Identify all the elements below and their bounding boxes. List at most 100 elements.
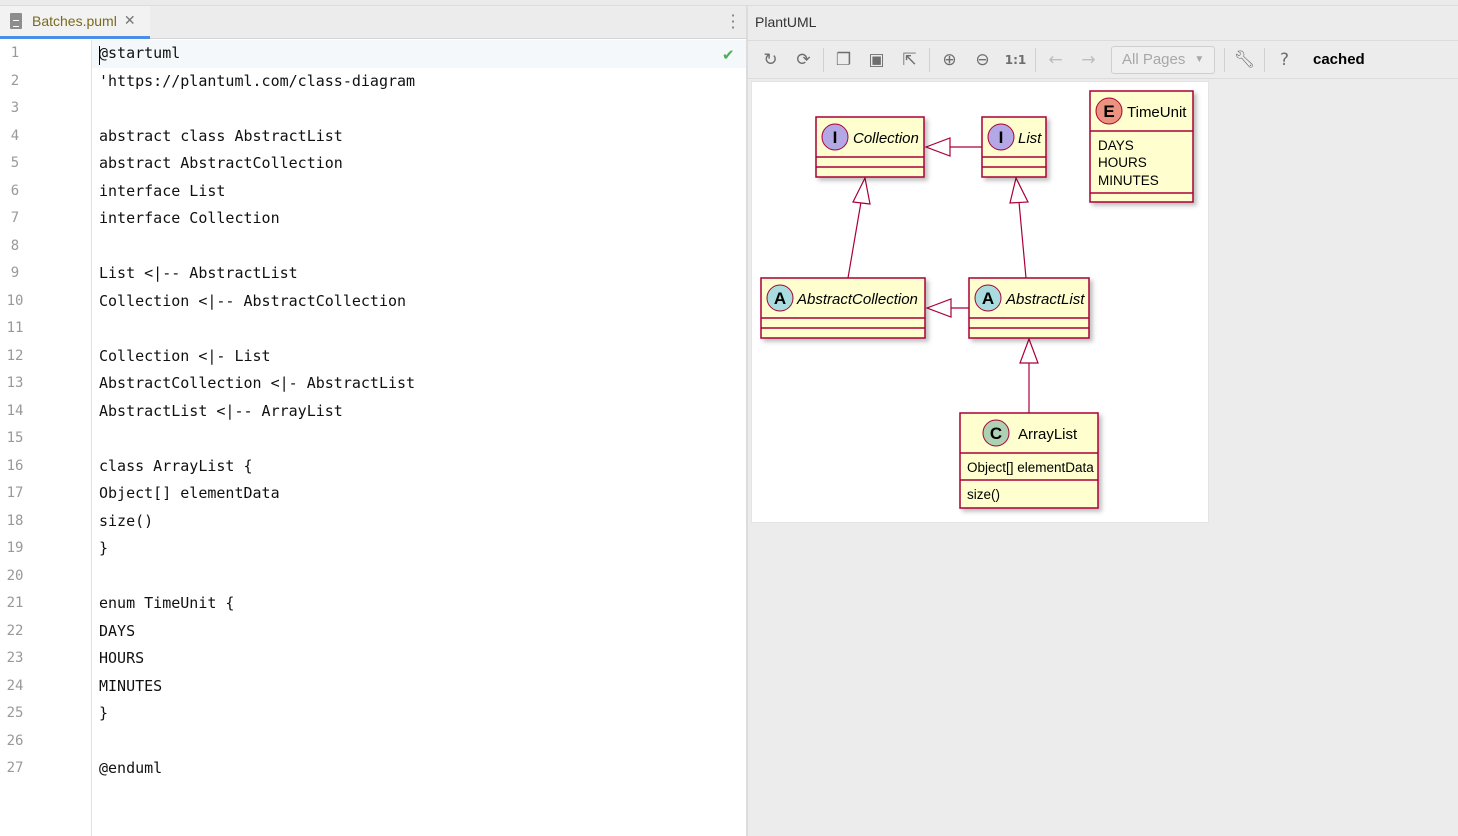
export-icon[interactable]: ⇱ [893, 46, 926, 74]
code-line[interactable]: size() [99, 508, 153, 536]
code-line[interactable]: } [99, 535, 108, 563]
line-number: 25 [6, 705, 24, 721]
code-line[interactable]: Collection <|-- AbstractCollection [99, 288, 406, 316]
class-name: AbstractCollection [796, 291, 918, 308]
code-line[interactable]: 'https://plantuml.com/class-diagram [99, 68, 415, 96]
class-method: size() [967, 487, 1000, 502]
line-number: 21 [6, 595, 24, 611]
line-number: 18 [6, 512, 24, 529]
code-line[interactable]: abstract class AbstractList [99, 123, 343, 151]
line-number: 10 [6, 292, 24, 309]
line-number: 7 [10, 210, 20, 226]
toolbar-separator [1264, 47, 1265, 72]
zoom-out-icon[interactable]: ⊖ [966, 46, 999, 74]
toolbar-separator [1224, 47, 1225, 72]
code-line[interactable]: AbstractCollection <|- AbstractList [99, 370, 415, 398]
line-number: 23 [6, 650, 24, 666]
line-number: 17 [6, 485, 24, 501]
cache-status: cached [1313, 51, 1365, 68]
enum-value: DAYS [1098, 138, 1134, 153]
diagram-canvas: I Collection I List E TimeUnit DAYS HOUR… [751, 81, 1209, 523]
line-number: 14 [6, 402, 24, 419]
refresh-icon[interactable]: ↻ [754, 46, 787, 74]
code-line[interactable]: @startuml [99, 40, 180, 68]
line-number: 8 [10, 237, 20, 254]
line-number: 24 [6, 677, 24, 694]
code-line[interactable]: Object[] elementData [99, 480, 280, 508]
class-name: TimeUnit [1127, 104, 1187, 121]
code-line[interactable]: @enduml [99, 755, 162, 783]
line-number: 3 [10, 100, 20, 116]
actual-size-button[interactable]: 1:1 [999, 46, 1032, 74]
code-line[interactable]: MINUTES [99, 673, 162, 701]
close-icon[interactable]: ✕ [124, 13, 136, 29]
tab-batches-puml[interactable]: Batches.puml ✕ [0, 6, 150, 39]
stereotype-letter: E [1103, 102, 1114, 121]
save-icon[interactable]: ▣ [860, 46, 893, 74]
editor-tab-bar: Batches.puml ✕ · · · [0, 6, 746, 39]
code-line[interactable]: } [99, 700, 108, 728]
class-abstractlist[interactable]: A AbstractList [968, 277, 1090, 339]
pages-select-value: All Pages [1122, 51, 1186, 68]
line-number: 27 [6, 760, 24, 776]
line-number: 15 [6, 430, 24, 446]
text-caret [99, 46, 100, 65]
code-line[interactable]: abstract AbstractCollection [99, 150, 343, 178]
class-abstractcollection[interactable]: A AbstractCollection [760, 277, 926, 339]
back-icon[interactable]: ← [1039, 46, 1072, 74]
line-number: 19 [6, 540, 24, 556]
edge-abstractcollection-collection [847, 176, 871, 279]
stereotype-letter: C [990, 424, 1002, 443]
class-field: Object[] elementData [967, 460, 1094, 475]
check-icon: ✔ [722, 46, 735, 64]
edge-abstractlist-list [1009, 176, 1029, 279]
enum-value: MINUTES [1098, 173, 1159, 188]
sync-icon[interactable]: ⟳ [787, 46, 820, 74]
plantuml-preview-panel: PlantUML ↻ ⟳ ❐ ▣ ⇱ ⊕ ⊖ 1:1 ← → All Pages… [748, 6, 1458, 836]
code-line[interactable]: interface List [99, 178, 225, 206]
class-list[interactable]: I List [981, 116, 1047, 178]
zoom-in-icon[interactable]: ⊕ [933, 46, 966, 74]
edge-list-collection [924, 137, 982, 157]
code-editor[interactable]: Batches.puml ✕ · · · 1 2 3 4 5 6 7 8 9 10 11 12 13 14 15… [0, 6, 746, 836]
line-number: 9 [10, 265, 20, 281]
stereotype-letter: A [982, 289, 994, 308]
code-line[interactable]: enum TimeUnit { [99, 590, 234, 618]
copy-icon[interactable]: ❐ [827, 46, 860, 74]
class-diagram: I Collection I List E TimeUnit DAYS HOUR… [760, 90, 1194, 509]
enum-value: HOURS [1098, 155, 1147, 170]
wrench-icon[interactable]: 🔧︎ [1228, 46, 1261, 74]
line-number: 16 [6, 457, 24, 474]
code-line[interactable]: AbstractList <|-- ArrayList [99, 398, 343, 426]
line-number: 6 [10, 182, 20, 199]
code-line[interactable]: class ArrayList { [99, 453, 253, 481]
stereotype-letter: I [833, 128, 838, 147]
line-number: 11 [6, 320, 24, 336]
pages-select[interactable]: All Pages ▼ [1111, 45, 1215, 74]
puml-file-icon [10, 13, 22, 29]
class-arraylist[interactable]: C ArrayList Object[] elementData size() [959, 412, 1099, 509]
stereotype-letter: A [774, 289, 786, 308]
class-name: ArrayList [1018, 426, 1078, 443]
class-collection[interactable]: I Collection [815, 116, 925, 178]
tab-label: Batches.puml [32, 13, 117, 29]
code-line[interactable]: HOURS [99, 645, 144, 673]
code-line[interactable]: List <|-- AbstractList [99, 260, 298, 288]
chevron-down-icon: ▼ [1194, 54, 1205, 65]
enum-timeunit[interactable]: E TimeUnit DAYS HOURS MINUTES [1089, 90, 1194, 203]
line-number: 12 [6, 347, 24, 364]
code-line[interactable]: DAYS [99, 618, 135, 646]
class-name: AbstractList [1005, 291, 1085, 308]
line-number: 26 [6, 732, 24, 749]
edge-arraylist-abstractlist [1019, 337, 1039, 413]
forward-icon[interactable]: → [1072, 46, 1105, 74]
edge-abstractlist-abstractcollection [925, 298, 969, 318]
help-button[interactable]: ? [1268, 46, 1301, 74]
line-number: 13 [6, 375, 24, 391]
panel-title: PlantUML [755, 14, 817, 30]
code-line[interactable]: interface Collection [99, 205, 280, 233]
more-options-icon[interactable]: · · · [730, 8, 736, 36]
line-number: 5 [10, 155, 20, 171]
code-line[interactable]: Collection <|- List [99, 343, 271, 371]
line-number: 20 [6, 567, 24, 584]
